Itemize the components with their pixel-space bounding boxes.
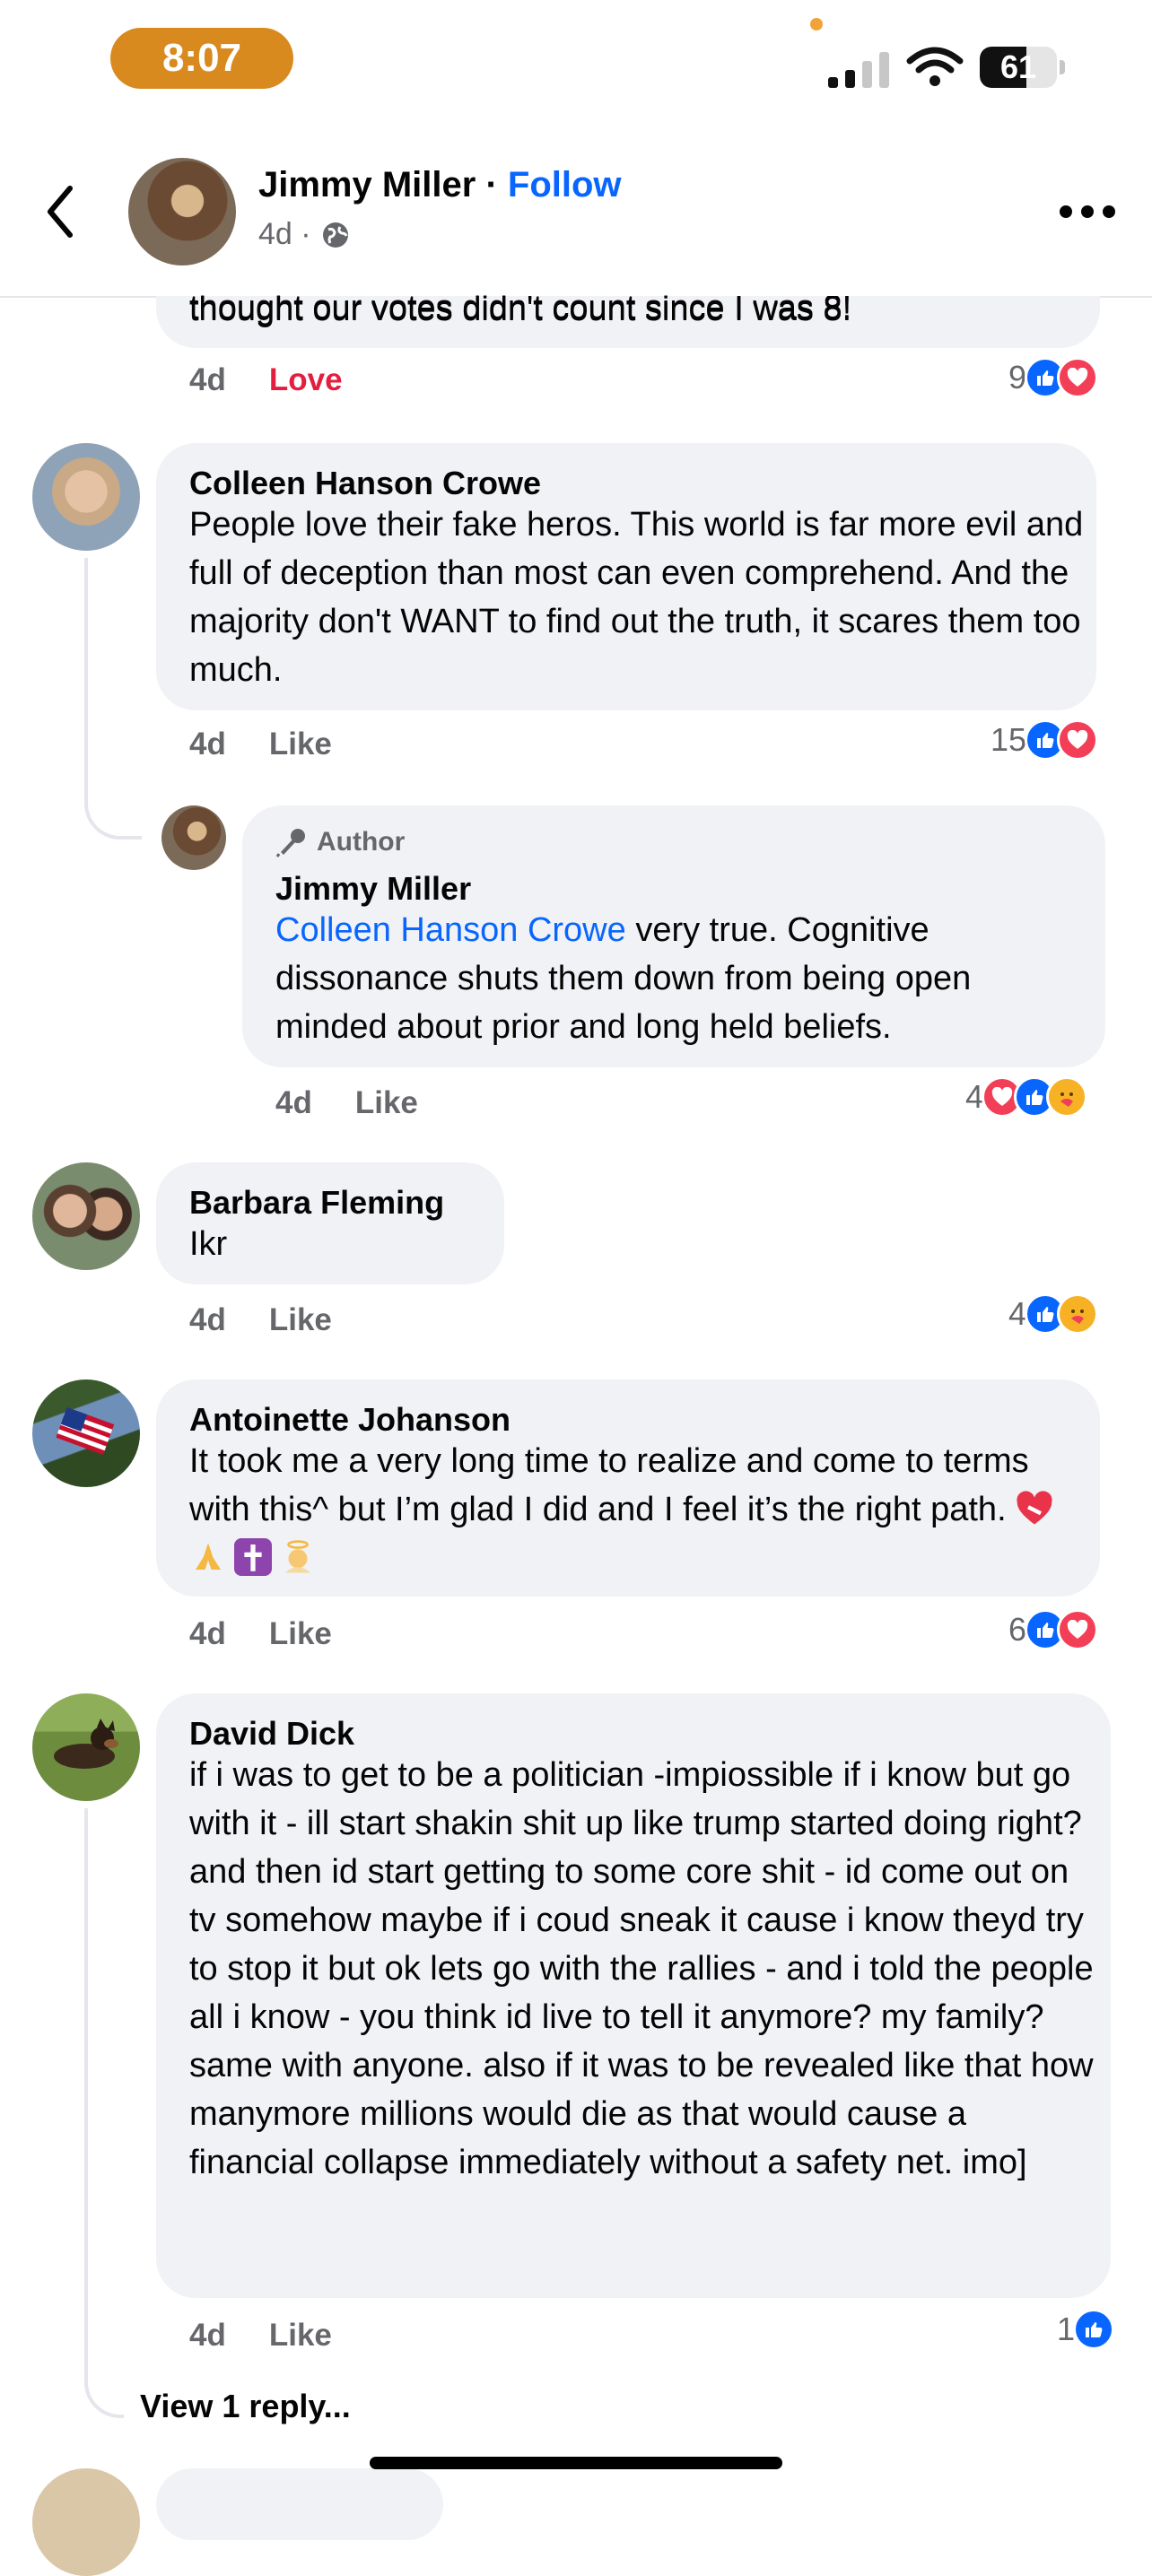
status-time: 8:07 [110,28,293,89]
praying-hands-emoji-icon [189,1538,227,1576]
comment-time: 4d [189,1616,226,1651]
name-separator: · [485,165,498,205]
comment-text: People love their fake heros. This world… [189,506,1084,689]
comment-text: Ikr [189,1225,228,1263]
thread-connector [84,1808,124,2418]
globe-icon [322,222,348,248]
mending-heart-emoji-icon [1016,1490,1053,1527]
love-reaction-icon [1057,357,1099,398]
commenter-name[interactable]: Jimmy Miller [275,870,471,908]
like-button[interactable]: Like [269,1302,332,1338]
reaction-count: 1 [1057,2311,1076,2347]
reaction-count: 6 [1008,1611,1027,1648]
back-chevron-icon[interactable] [43,183,79,240]
care-reaction-icon [1046,1076,1088,1118]
wifi-icon [906,47,964,86]
commenter-name[interactable]: David Dick [189,1715,354,1753]
home-indicator[interactable] [370,2457,782,2469]
comment-actions: 4d Like [189,727,332,762]
commenter-avatar[interactable] [32,1379,140,1487]
reaction-count: 4 [1008,1295,1027,1332]
flag-icon [56,1406,115,1455]
comment-time: 4d [189,362,226,397]
more-options-icon[interactable] [1059,203,1116,221]
like-button[interactable]: Like [269,1616,332,1652]
comment-actions: 4d Like [189,2318,332,2354]
reaction-count: 4 [965,1078,984,1115]
love-reaction-icon [1057,719,1099,761]
reaction-count: 9 [1008,359,1027,396]
comment-actions: 4d Like [189,1616,332,1652]
commenter-name[interactable]: Colleen Hanson Crowe [189,465,541,502]
author-badge-label: Author [317,827,406,857]
next-commenter-avatar[interactable] [32,2468,140,2576]
author-avatar[interactable] [128,158,236,265]
love-reaction-button[interactable]: Love [269,362,343,398]
commenter-avatar[interactable] [32,443,140,551]
comment-time: 4d [275,1085,312,1120]
battery-icon: 61 [980,47,1057,88]
follow-button[interactable]: Follow [508,165,622,205]
microphone-icon [275,829,305,857]
latin-cross-emoji-icon [234,1538,272,1576]
mention-link[interactable]: Colleen Hanson Crowe [275,911,626,949]
author-name[interactable]: Jimmy Miller [258,165,476,205]
reaction-summary[interactable]: 4 [965,1076,1088,1118]
care-reaction-icon [1057,1293,1099,1335]
comment-actions: 4d Like [189,1302,332,1338]
like-reaction-icon [1073,2309,1115,2350]
author-name-row: Jimmy Miller · Follow [258,165,622,205]
like-button[interactable]: Like [269,2318,332,2354]
comment-actions-partial: 4d Love [189,362,343,398]
reaction-summary[interactable]: 15 [991,719,1099,761]
comment-text: It took me a very long time to realize a… [189,1437,1087,1582]
next-comment-bubble[interactable] [156,2468,443,2540]
author-badge: Author [275,827,405,857]
comment-time: 4d [189,1302,226,1337]
reply-author-avatar[interactable] [161,805,226,870]
comment-text: Colleen Hanson Crowe very true. Cognitiv… [275,906,1092,1051]
comment-text: if i was to get to be a politician -impi… [189,1756,1094,2181]
dog-photo-icon [54,1719,118,1769]
reaction-summary[interactable]: 6 [1008,1609,1099,1650]
post-meta: 4d · [258,217,351,252]
reaction-summary[interactable]: 4 [1008,1293,1099,1335]
battery-cap [1060,60,1065,74]
commenter-avatar[interactable] [32,1693,140,1801]
battery-percent: 61 [999,48,1037,85]
baby-angel-emoji-icon [279,1538,317,1576]
header-mask [0,269,1152,296]
privacy-indicator-dot [810,18,823,30]
commenter-name[interactable]: Barbara Fleming [189,1184,444,1222]
comment-time: 4d [189,2318,226,2353]
reaction-summary[interactable]: 1 [1057,2309,1115,2350]
comment-body: It took me a very long time to realize a… [189,1442,1029,1528]
commenter-name[interactable]: Antoinette Johanson [189,1401,511,1439]
like-button[interactable]: Like [269,727,332,762]
love-reaction-icon [1057,1609,1099,1650]
cellular-signal-icon [828,52,889,88]
view-replies-link[interactable]: View 1 reply... [140,2388,351,2425]
comment-actions: 4d Like [275,1085,418,1121]
comment-time: 4d [189,727,226,761]
like-button[interactable]: Like [355,1085,418,1121]
post-age: 4d · [258,217,311,251]
commenter-avatar[interactable] [32,1162,140,1270]
thread-connector [84,558,142,840]
reaction-summary[interactable]: 9 [1008,357,1099,398]
reaction-count: 15 [991,721,1027,758]
